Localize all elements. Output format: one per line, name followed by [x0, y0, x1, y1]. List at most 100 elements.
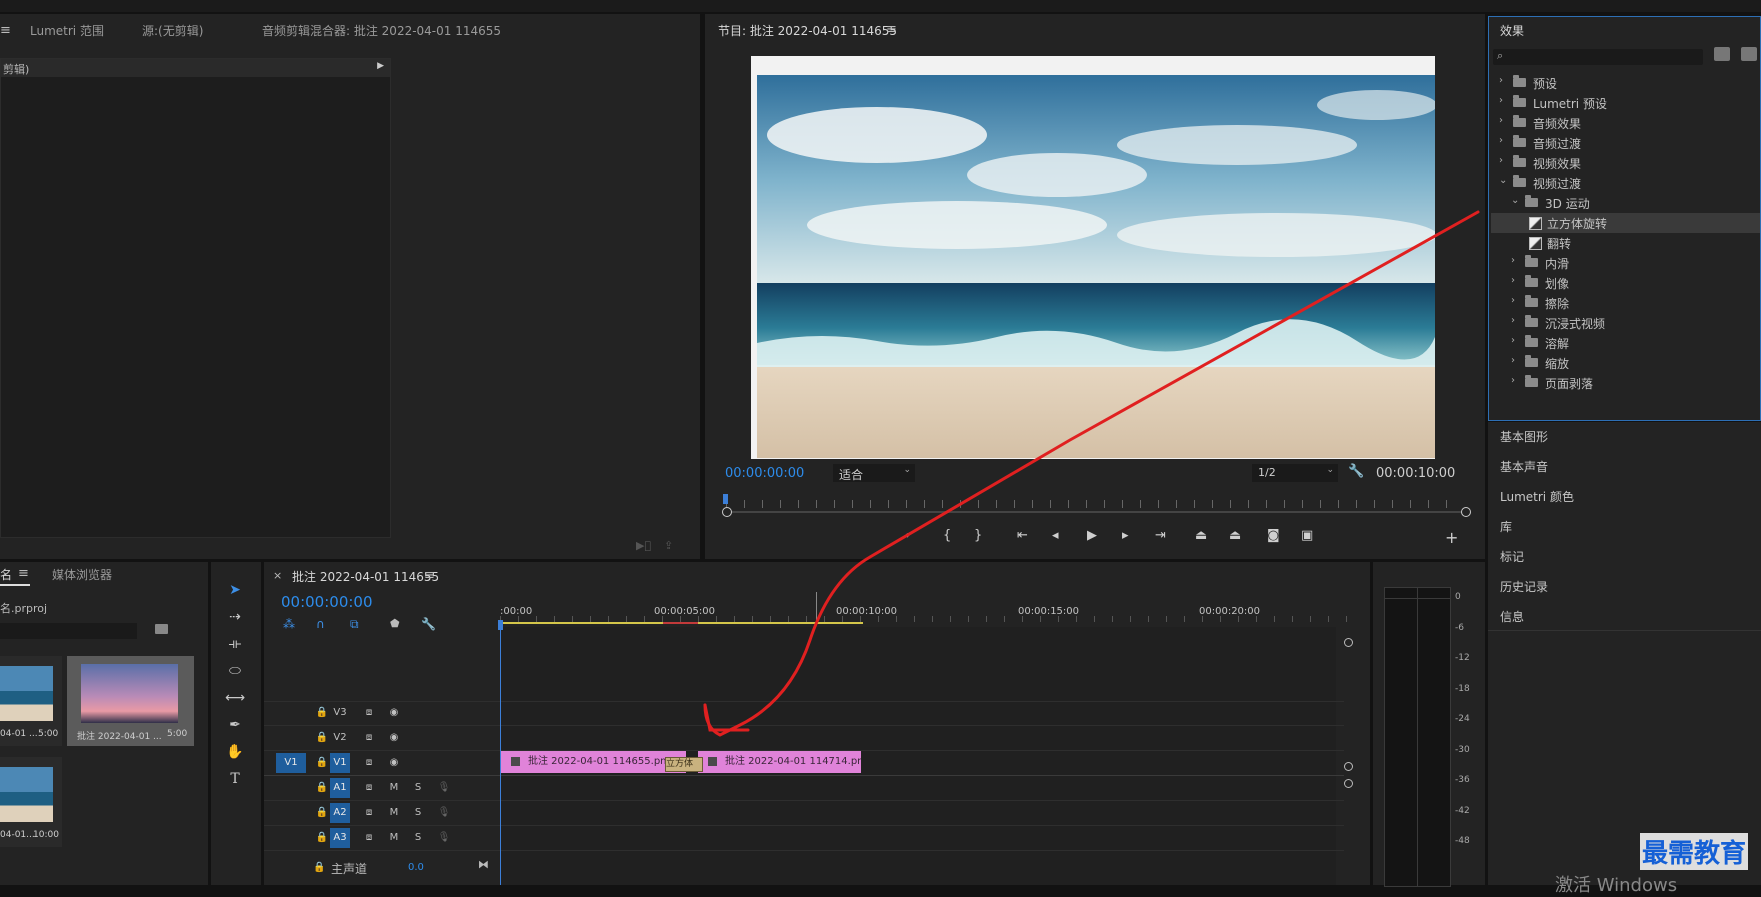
panel-menu-icon[interactable]: ≡	[0, 23, 11, 38]
hand-tool[interactable]: ✋	[225, 742, 245, 762]
effects-tree-item[interactable]: › 擦除	[1491, 293, 1760, 313]
program-playhead[interactable]	[723, 494, 728, 504]
lock-icon[interactable]: 🔒	[312, 828, 332, 848]
panel-lumetri-color[interactable]: Lumetri 颜色	[1500, 488, 1574, 505]
chevron-right-icon[interactable]: ›	[1511, 255, 1515, 266]
mark-out-button[interactable]: }	[974, 528, 982, 543]
effects-tree-item[interactable]: › 缩放	[1491, 353, 1760, 373]
chevron-right-icon[interactable]: ›	[1499, 115, 1503, 126]
fit-dropdown[interactable]: 适合 ⌄	[833, 464, 915, 482]
extract-button[interactable]: ⏏	[1229, 528, 1241, 543]
ripple-edit-tool[interactable]: ⟛	[225, 634, 245, 654]
effects-tree-item[interactable]: › 沉浸式视频	[1491, 313, 1760, 333]
effects-tree-item[interactable]: › 预设	[1491, 73, 1760, 93]
solo-button[interactable]: S	[408, 778, 428, 798]
project-item[interactable]: 04-01... 10:00	[0, 757, 62, 847]
sync-lock-icon[interactable]: ⧈	[359, 753, 379, 773]
lock-icon[interactable]: 🔒	[312, 728, 332, 748]
camera-icon[interactable]: ◙	[1267, 528, 1280, 543]
eye-icon[interactable]: ◉	[384, 728, 404, 748]
chevron-right-icon[interactable]: ›	[1511, 315, 1515, 326]
tab-project[interactable]: 名	[0, 566, 12, 583]
chevron-right-icon[interactable]: ›	[1511, 355, 1515, 366]
new-search-bin-icon[interactable]	[155, 624, 168, 634]
eye-icon[interactable]: ◉	[384, 703, 404, 723]
chevron-right-icon[interactable]: ›	[1511, 335, 1515, 346]
program-timecode[interactable]: 00:00:00:00	[725, 466, 804, 481]
program-title[interactable]: 节目: 批注 2022-04-01 114655	[718, 22, 897, 39]
chevron-right-icon[interactable]: ›	[1511, 275, 1515, 286]
chevron-right-icon[interactable]: ›	[1511, 295, 1515, 306]
microphone-icon[interactable]: 🎙	[434, 828, 454, 848]
wrench-icon[interactable]: 🔧	[1348, 464, 1364, 479]
add-marker-button[interactable]: ⬩	[905, 528, 910, 543]
microphone-icon[interactable]: 🎙	[434, 778, 454, 798]
effects-title[interactable]: 效果	[1500, 22, 1524, 39]
comparison-view-button[interactable]: ▣	[1301, 528, 1313, 543]
lift-button[interactable]: ⏏	[1195, 528, 1207, 543]
go-to-out-button[interactable]: ⇥	[1155, 528, 1166, 543]
effects-search[interactable]: ⌕	[1493, 49, 1703, 65]
chevron-right-icon[interactable]: ›	[1499, 95, 1503, 106]
nest-icon[interactable]: ⁂	[283, 617, 295, 631]
step-forward-button[interactable]: ▸	[1122, 528, 1129, 543]
sync-lock-icon[interactable]: ⧈	[359, 803, 379, 823]
effects-tree-item[interactable]: 翻转	[1491, 233, 1760, 253]
effects-tree-item[interactable]: › 划像	[1491, 273, 1760, 293]
slip-tool[interactable]: ⟷	[225, 688, 245, 708]
scrub-end-handle[interactable]	[1461, 507, 1471, 517]
effects-tree-item[interactable]: › 溶解	[1491, 333, 1760, 353]
play-button[interactable]: ▶	[1087, 528, 1097, 543]
master-bowtie-icon[interactable]: ⧓	[478, 858, 489, 871]
linked-selection-icon[interactable]: ⧉	[350, 617, 359, 632]
sync-lock-icon[interactable]: ⧈	[359, 828, 379, 848]
new-bin-icon[interactable]	[1714, 47, 1730, 61]
selection-tool[interactable]: ➤	[225, 580, 245, 600]
lock-icon[interactable]: 🔒	[312, 703, 332, 723]
track-target-v2[interactable]: V2	[330, 728, 350, 748]
panel-libraries[interactable]: 库	[1500, 518, 1512, 535]
program-scrub-bar[interactable]	[722, 494, 1472, 524]
add-marker-icon[interactable]: ⬟	[390, 617, 400, 630]
solo-button[interactable]: S	[408, 828, 428, 848]
add-button-icon[interactable]: +	[1445, 528, 1458, 547]
transition-cube-spin[interactable]: 立方体	[665, 757, 703, 772]
chevron-right-icon[interactable]: ›	[1499, 135, 1503, 146]
lock-icon[interactable]: 🔒	[312, 778, 332, 798]
mark-in-button[interactable]: {	[943, 528, 951, 543]
effects-tree-item[interactable]: › 音频效果	[1491, 113, 1760, 133]
track-target-a2[interactable]: A2	[330, 803, 350, 823]
effects-tree-item[interactable]: › 内滑	[1491, 253, 1760, 273]
eye-icon[interactable]: ◉	[384, 753, 404, 773]
effects-tree-item[interactable]: › 音频过渡	[1491, 133, 1760, 153]
effects-tree-item[interactable]: 立方体旋转	[1491, 213, 1760, 233]
project-search-input[interactable]	[0, 623, 137, 639]
chevron-right-icon[interactable]: ›	[1499, 75, 1503, 86]
mute-button[interactable]: M	[384, 778, 404, 798]
solo-button[interactable]: S	[408, 803, 428, 823]
track-target-v3[interactable]: V3	[330, 703, 350, 723]
timeline-menu-icon[interactable]: ≡	[424, 568, 435, 583]
track-target-v1[interactable]: V1	[330, 753, 350, 773]
sync-lock-icon[interactable]: ⧈	[359, 728, 379, 748]
scroll-handle[interactable]	[1344, 638, 1353, 647]
chevron-right-icon[interactable]: ›	[1511, 375, 1515, 386]
resolution-dropdown[interactable]: 1/2 ⌄	[1252, 464, 1338, 482]
scrub-start-handle[interactable]	[722, 507, 732, 517]
sync-lock-icon[interactable]: ⧈	[359, 703, 379, 723]
mute-button[interactable]: M	[384, 803, 404, 823]
effects-tree-item[interactable]: ⌄ 3D 运动	[1491, 193, 1760, 213]
go-to-in-button[interactable]: ⇤	[1017, 528, 1028, 543]
panel-markers[interactable]: 标记	[1500, 548, 1524, 565]
panel-history[interactable]: 历史记录	[1500, 578, 1548, 595]
chevron-down-icon[interactable]: ⌄	[1511, 195, 1519, 206]
32-bit-icon[interactable]	[1741, 47, 1757, 61]
scroll-handle[interactable]	[1344, 779, 1353, 788]
type-tool[interactable]: T	[225, 769, 245, 789]
mute-button[interactable]: M	[384, 828, 404, 848]
chevron-right-icon[interactable]: ›	[1499, 155, 1503, 166]
master-track-value[interactable]: 0.0	[408, 862, 424, 873]
razor-tool[interactable]: ⬭	[225, 661, 245, 681]
tab-media-browser[interactable]: 媒体浏览器	[52, 566, 112, 583]
panel-essential-sound[interactable]: 基本声音	[1500, 458, 1548, 475]
